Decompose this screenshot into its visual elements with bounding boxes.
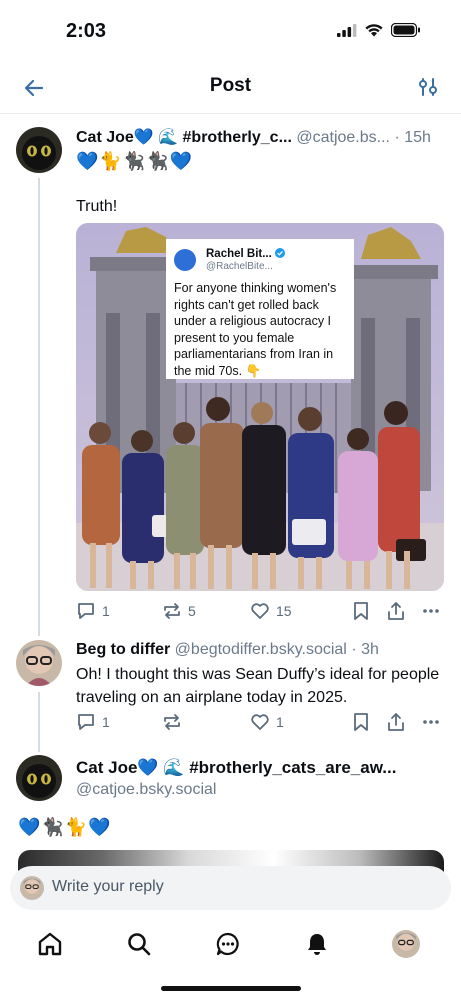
avatar [20, 876, 44, 900]
quote-avatar [174, 249, 196, 271]
post-time: · 15h [394, 129, 431, 146]
signal-icon [337, 23, 357, 37]
reply-count: 1 [102, 714, 110, 730]
like-count: 15 [276, 603, 292, 619]
repost-icon [164, 714, 180, 730]
profile-avatar-icon [392, 930, 420, 958]
like-button[interactable]: 1 [250, 712, 284, 732]
status-time: 2:03 [66, 20, 107, 42]
emoji: 🐈‍⬛ [146, 151, 169, 171]
heart-icon [251, 714, 269, 730]
emoji: 🐈‍⬛ [41, 817, 64, 837]
avatar[interactable] [16, 127, 62, 173]
emoji: 🐈 [64, 817, 88, 837]
tab-home[interactable] [34, 928, 66, 960]
display-name-emojis: 💙 🐈‍⬛ 🐈 💙 [18, 816, 111, 838]
display-name-emojis: 💙 🐈 🐈‍⬛ 🐈‍⬛ 💙 [76, 150, 192, 172]
chat-icon [216, 932, 239, 956]
bookmark-icon[interactable] [352, 712, 370, 732]
post-actions: 1 1 [76, 712, 444, 736]
wifi-icon [365, 24, 383, 37]
post-header: @catjoe.bsky.social [76, 781, 448, 799]
tab-messages[interactable] [212, 928, 244, 960]
reply-composer[interactable]: Write your reply [10, 866, 451, 910]
page-title: Post [209, 75, 252, 96]
tab-notifications[interactable] [301, 928, 333, 960]
reply-icon [78, 603, 94, 619]
emoji: 🐈‍⬛ [122, 151, 146, 171]
heart-icon [251, 603, 269, 619]
reply-icon [78, 714, 94, 730]
tab-search[interactable] [123, 928, 155, 960]
repost-count: 5 [188, 603, 196, 619]
emoji: 💙 [169, 151, 193, 171]
home-indicator [161, 986, 301, 991]
battery-icon [391, 23, 420, 37]
post-header: Cat Joe💙 🌊 #brotherly_c... @catjoe.bs...… [76, 127, 448, 147]
more-options-icon[interactable] [422, 712, 440, 732]
repost-button[interactable]: 5 [162, 601, 196, 621]
thread-line [38, 692, 40, 752]
author-name[interactable]: Cat Joe💙 🌊 #brotherly_cats_are_aw... [76, 758, 396, 777]
post-header: Cat Joe💙 🌊 #brotherly_cats_are_aw... [76, 758, 448, 778]
author-name[interactable]: Beg to differ [76, 641, 170, 658]
post-text: Oh! I thought this was Sean Duffy’s idea… [76, 666, 440, 706]
share-icon[interactable] [386, 601, 406, 621]
avatar[interactable] [16, 755, 62, 801]
like-count: 1 [276, 714, 284, 730]
nav-header: Post [0, 62, 461, 114]
bell-icon [308, 934, 326, 955]
reply-count: 1 [102, 603, 110, 619]
author-handle[interactable]: @catjoe.bsky.social [76, 781, 216, 798]
author-handle[interactable]: @begtodiffer.bsky.social [175, 641, 347, 658]
post-header: Beg to differ @begtodiffer.bsky.social ·… [76, 641, 448, 659]
reply-button[interactable]: 1 [76, 601, 110, 621]
author-name[interactable]: Cat Joe💙 🌊 #brotherly_c... [76, 129, 292, 146]
emoji: 💙 [76, 151, 99, 171]
tab-profile[interactable] [390, 928, 422, 960]
reply-placeholder[interactable]: Write your reply [52, 878, 164, 896]
like-button[interactable]: 15 [250, 601, 292, 621]
quoted-tweet-card: Rachel Bit... @RachelBite... For anyone … [166, 239, 354, 379]
home-icon [38, 932, 62, 956]
sliders-icon[interactable] [417, 76, 439, 98]
status-icons [337, 23, 421, 37]
search-icon [128, 933, 151, 956]
post-text: Truth! [76, 198, 118, 215]
quote-author-name: Rachel Bit... [206, 248, 286, 260]
thread-line [38, 178, 40, 636]
post-actions: 1 5 15 [76, 601, 444, 625]
quote-author-handle: @RachelBite... [206, 261, 273, 272]
emoji: 💙 [88, 817, 111, 837]
author-handle[interactable]: @catjoe.bs... [296, 129, 390, 146]
emoji: 💙 [18, 817, 41, 837]
quote-text: For anyone thinking women's rights can't… [174, 281, 337, 378]
avatar[interactable] [16, 640, 62, 686]
verified-badge-icon [275, 248, 286, 258]
reply-button[interactable]: 1 [76, 712, 110, 732]
post-image[interactable]: Rachel Bit... @RachelBite... For anyone … [76, 223, 444, 591]
post-time: · 3h [351, 641, 379, 658]
bookmark-icon[interactable] [352, 601, 370, 621]
status-bar: 2:03 [0, 0, 461, 60]
emoji: 🐈 [99, 151, 122, 171]
more-options-icon[interactable] [422, 601, 440, 621]
repost-button[interactable] [162, 712, 188, 732]
share-icon[interactable] [386, 712, 406, 732]
repost-icon [164, 603, 180, 619]
